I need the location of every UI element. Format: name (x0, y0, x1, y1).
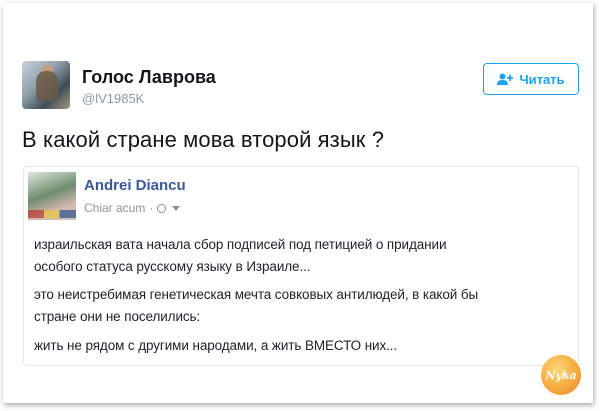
quoted-author-avatar[interactable] (28, 172, 76, 220)
quoted-text-line: стране они не поселились: (34, 309, 201, 324)
quoted-post-card[interactable]: Andrei Diancu Chiar acum · израильская в… (23, 166, 579, 366)
separator-dot: · (149, 201, 154, 215)
add-user-icon (497, 73, 514, 86)
author-name[interactable]: Голос Лаврова (82, 67, 216, 88)
chevron-down-icon[interactable] (172, 205, 181, 211)
quoted-post-time[interactable]: Chiar acum (84, 201, 145, 215)
follow-button[interactable]: Читать (483, 63, 579, 95)
author-avatar[interactable] (22, 61, 70, 109)
quoted-post-meta: Chiar acum · (84, 201, 181, 215)
tweet-screenshot-frame: Голос Лаврова @lV1985K Читать В какой ст… (3, 3, 593, 403)
follow-button-label: Читать (519, 71, 565, 87)
quoted-text-line: это неистребимая генетическая мечта совк… (34, 287, 479, 302)
quoted-text-line: особого статуса русскому языку в Израиле… (34, 259, 311, 274)
globe-icon[interactable] (157, 203, 167, 213)
quoted-text-line: жить не рядом с другими народами, а жить… (34, 338, 398, 353)
avatar-figure (36, 71, 58, 101)
site-watermark-logo: Nyka (541, 355, 581, 395)
avatar-flag-stripe (28, 210, 76, 218)
quoted-author-name[interactable]: Andrei Diancu (84, 177, 186, 194)
quoted-text-line: израильская вата начала сбор подписей по… (34, 237, 447, 252)
tweet-text: В какой стране мова второй язык ? (22, 127, 385, 152)
author-handle[interactable]: @lV1985K (82, 91, 144, 106)
tweet-header: Голос Лаврова @lV1985K Читать (22, 61, 579, 113)
